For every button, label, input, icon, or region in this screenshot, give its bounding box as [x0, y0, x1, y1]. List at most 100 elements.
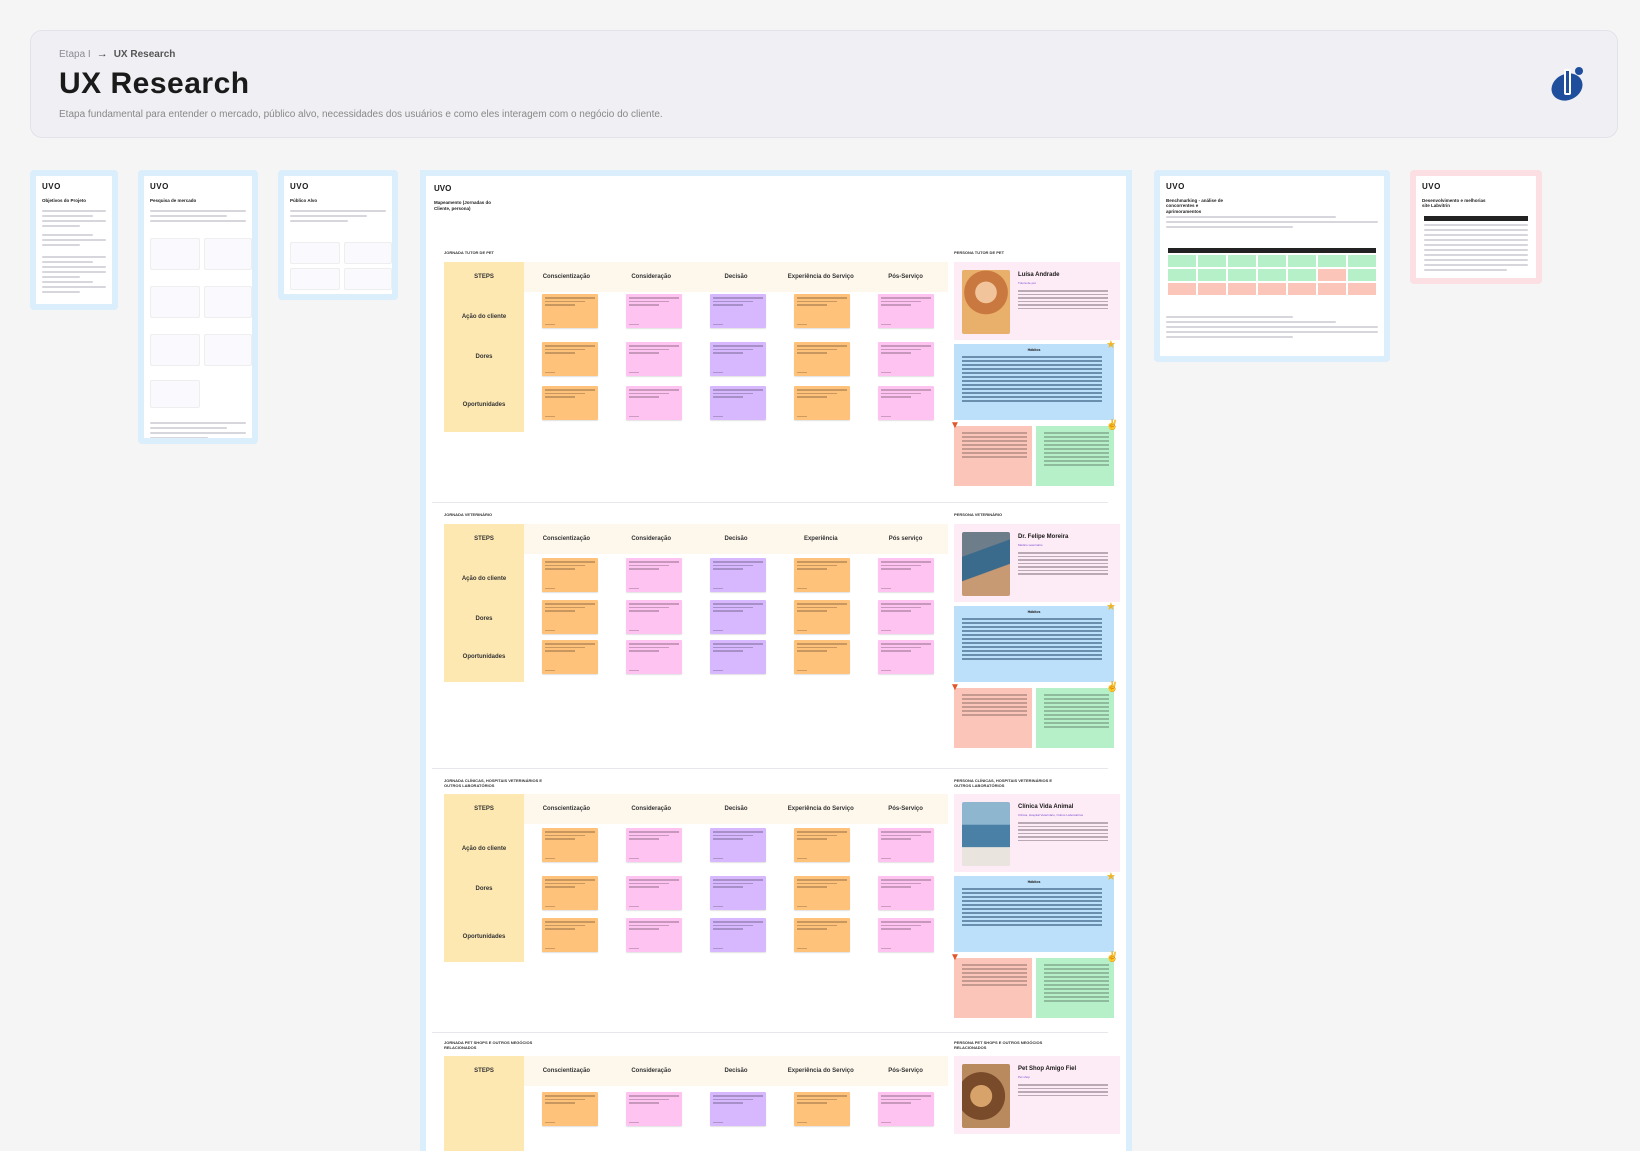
frame-pesquisa-mercado[interactable]: UVO Pesquisa de mercado	[138, 170, 258, 444]
persona-role: Clínica, Hospital Veterinário, Outros La…	[1018, 813, 1084, 817]
sticky-note[interactable]	[626, 386, 682, 420]
sticky-note[interactable]	[794, 876, 850, 910]
sticky-note[interactable]	[794, 342, 850, 376]
persona-name: Pet Shop Amigo Fiel	[1018, 1066, 1077, 1072]
frame-title: Público Alvo	[290, 198, 318, 203]
frame-title: Pesquisa de mercado	[150, 198, 197, 203]
journey-label: JORNADA TUTOR DE PET	[444, 250, 495, 255]
sticky-note[interactable]	[710, 558, 766, 592]
sticky-note[interactable]	[710, 918, 766, 952]
sticky-note[interactable]	[794, 640, 850, 674]
frame-brand: UVO	[1422, 182, 1441, 191]
breadcrumb-current: UX Research	[113, 48, 176, 60]
persona-photo	[962, 270, 1010, 334]
sticky-note[interactable]	[626, 828, 682, 862]
step-header: Decisão	[724, 1068, 748, 1074]
sticky-note[interactable]	[542, 876, 598, 910]
page-header: Etapa I → UX Research UX Research Etapa …	[30, 30, 1618, 138]
steps-header: STEPS	[474, 1068, 494, 1074]
sticky-note[interactable]	[626, 640, 682, 674]
step-header: Experiência do Serviço	[787, 1068, 854, 1074]
sticky-note[interactable]	[878, 640, 934, 674]
sticky-note[interactable]	[626, 294, 682, 328]
breadcrumb-parent[interactable]: Etapa I	[59, 49, 91, 60]
sticky-note[interactable]	[710, 828, 766, 862]
thumbs-down-icon: ▼	[950, 952, 960, 963]
sticky-note[interactable]	[794, 558, 850, 592]
arrow-right-icon: →	[96, 48, 108, 60]
sticky-note[interactable]	[626, 342, 682, 376]
journey-board[interactable]: UVO Mapeamento (Jornadas do Cliente, per…	[420, 170, 1132, 1151]
sticky-note[interactable]	[626, 876, 682, 910]
sticky-note[interactable]	[542, 1092, 598, 1126]
sticky-note[interactable]	[878, 558, 934, 592]
page-subtitle: Etapa fundamental para entender o mercad…	[59, 109, 663, 120]
sticky-note[interactable]	[878, 876, 934, 910]
sticky-note[interactable]	[710, 386, 766, 420]
frame-brand: UVO	[42, 182, 61, 191]
row-label: Ação do cliente	[461, 846, 507, 852]
sticky-note[interactable]	[878, 1092, 934, 1126]
sticky-note[interactable]	[878, 600, 934, 634]
persona-label: PERSONA TUTOR DE PET	[954, 250, 1005, 255]
sticky-note[interactable]	[542, 386, 598, 420]
frame-title: Mapeamento (Jornadas do Cliente, persona…	[434, 200, 492, 211]
frame-benchmarking[interactable]: UVO Benchmarking - análise de concorrent…	[1154, 170, 1390, 362]
sticky-note[interactable]	[710, 640, 766, 674]
journey-label: JORNADA VETERINÁRIO	[444, 512, 493, 517]
sticky-note[interactable]	[794, 386, 850, 420]
persona-name: Clínica Vida Animal	[1018, 804, 1074, 810]
persona-label: PERSONA PET SHOPS E OUTROS NEGÓCIOS RELA…	[954, 1040, 1043, 1051]
sticky-note[interactable]	[794, 1092, 850, 1126]
victory-hand-icon: ✌	[1106, 682, 1119, 693]
sticky-note[interactable]	[542, 918, 598, 952]
sticky-note[interactable]	[626, 558, 682, 592]
sticky-note[interactable]	[794, 828, 850, 862]
sticky-note[interactable]	[710, 600, 766, 634]
step-header: Consideração	[631, 536, 672, 542]
persona-role: Tutora de pet	[1018, 281, 1036, 285]
sticky-note[interactable]	[710, 294, 766, 328]
sticky-note[interactable]	[878, 342, 934, 376]
sticky-note[interactable]	[878, 386, 934, 420]
sticky-note[interactable]	[794, 294, 850, 328]
frame-desenvolvimento[interactable]: UVO Desenvolvimento e melhorias site Lab…	[1410, 170, 1542, 284]
frame-title: Desenvolvimento e melhorias site Labvitr…	[1422, 198, 1486, 209]
steps-header: STEPS	[474, 536, 494, 542]
step-header: Decisão	[724, 536, 748, 542]
step-header: Consideração	[631, 1068, 672, 1074]
sticky-note[interactable]	[710, 1092, 766, 1126]
frame-objetivos[interactable]: UVO Objetivos do Projeto	[30, 170, 118, 310]
frame-brand: UVO	[1166, 182, 1185, 191]
victory-hand-icon: ✌	[1106, 420, 1119, 431]
sticky-note[interactable]	[794, 918, 850, 952]
sticky-note[interactable]	[878, 828, 934, 862]
persona-label: PERSONA VETERINÁRIO	[954, 512, 1003, 517]
sticky-note[interactable]	[542, 640, 598, 674]
sticky-note[interactable]	[542, 342, 598, 376]
persona-role: Pet shop	[1018, 1075, 1030, 1079]
row-label: Oportunidades	[462, 654, 506, 660]
habits-title: Hábitos	[1027, 880, 1041, 884]
page-title: UX Research	[59, 67, 250, 100]
sticky-note[interactable]	[878, 918, 934, 952]
persona-name: Dr. Felipe Moreira	[1018, 534, 1069, 540]
sticky-note[interactable]	[710, 342, 766, 376]
sticky-note[interactable]	[542, 828, 598, 862]
frame-publico-alvo[interactable]: UVO Público Alvo	[278, 170, 398, 300]
sticky-note[interactable]	[794, 600, 850, 634]
frame-brand: UVO	[150, 182, 169, 191]
sticky-note[interactable]	[542, 600, 598, 634]
step-header: Conscientização	[542, 274, 591, 280]
sticky-note[interactable]	[710, 876, 766, 910]
step-header: Pós-Serviço	[888, 1068, 923, 1074]
frame-title: Benchmarking - análise de concorrentes e…	[1166, 198, 1224, 214]
frame-brand: UVO	[434, 184, 452, 193]
sticky-note[interactable]	[542, 294, 598, 328]
sticky-note[interactable]	[542, 558, 598, 592]
sticky-note[interactable]	[878, 294, 934, 328]
sticky-note[interactable]	[626, 600, 682, 634]
row-label: Dores	[475, 886, 493, 892]
sticky-note[interactable]	[626, 1092, 682, 1126]
sticky-note[interactable]	[626, 918, 682, 952]
